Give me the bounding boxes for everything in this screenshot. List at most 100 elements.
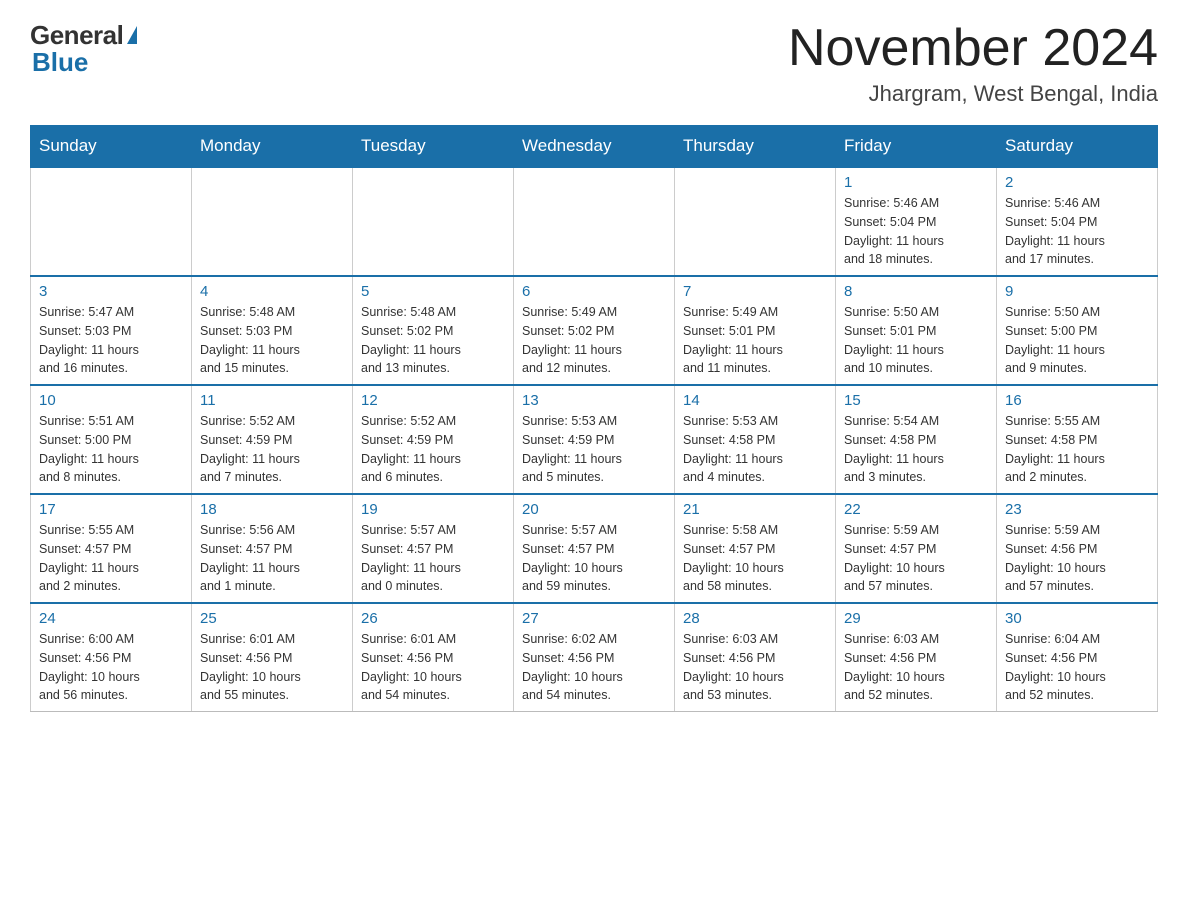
day-number: 22 <box>844 501 988 518</box>
calendar-cell: 5 Sunrise: 5:48 AMSunset: 5:02 PMDaylight… <box>353 276 514 385</box>
day-info: Sunrise: 5:52 AMSunset: 4:59 PMDaylight:… <box>200 412 344 487</box>
calendar-week-row: 17 Sunrise: 5:55 AMSunset: 4:57 PMDayligh… <box>31 494 1158 603</box>
calendar-cell: 22 Sunrise: 5:59 AMSunset: 4:57 PMDayligh… <box>836 494 997 603</box>
day-info: Sunrise: 5:58 AMSunset: 4:57 PMDaylight:… <box>683 521 827 596</box>
day-number: 27 <box>522 610 666 627</box>
day-info: Sunrise: 5:57 AMSunset: 4:57 PMDaylight:… <box>522 521 666 596</box>
day-number: 26 <box>361 610 505 627</box>
calendar-cell: 18Sunrise: 5:56 AMSunset: 4:57 PMDayligh… <box>192 494 353 603</box>
calendar-cell: 1 Sunrise: 5:46 AMSunset: 5:04 PMDaylight… <box>836 167 997 276</box>
calendar-cell: 26 Sunrise: 6:01 AMSunset: 4:56 PMDayligh… <box>353 603 514 712</box>
calendar-cell <box>31 167 192 276</box>
day-info: Sunrise: 5:49 AMSunset: 5:01 PMDaylight:… <box>683 303 827 378</box>
day-info: Sunrise: 5:52 AMSunset: 4:59 PMDaylight:… <box>361 412 505 487</box>
day-number: 29 <box>844 610 988 627</box>
calendar-cell: 20 Sunrise: 5:57 AMSunset: 4:57 PMDayligh… <box>514 494 675 603</box>
calendar-cell <box>514 167 675 276</box>
day-number: 1 <box>844 174 988 191</box>
calendar-table: SundayMondayTuesdayWednesdayThursdayFrid… <box>30 125 1158 712</box>
weekday-header-sunday: Sunday <box>31 126 192 168</box>
day-number: 13 <box>522 392 666 409</box>
day-number: 30 <box>1005 610 1149 627</box>
calendar-cell: 15Sunrise: 5:54 AMSunset: 4:58 PMDayligh… <box>836 385 997 494</box>
day-info: Sunrise: 5:46 AMSunset: 5:04 PMDaylight:… <box>1005 194 1149 269</box>
calendar-cell: 29 Sunrise: 6:03 AMSunset: 4:56 PMDayligh… <box>836 603 997 712</box>
calendar-cell: 13 Sunrise: 5:53 AMSunset: 4:59 PMDayligh… <box>514 385 675 494</box>
day-info: Sunrise: 6:03 AMSunset: 4:56 PMDaylight:… <box>683 630 827 705</box>
day-number: 20 <box>522 501 666 518</box>
calendar-cell: 2 Sunrise: 5:46 AMSunset: 5:04 PMDaylight… <box>997 167 1158 276</box>
day-number: 5 <box>361 283 505 300</box>
weekday-header-tuesday: Tuesday <box>353 126 514 168</box>
day-info: Sunrise: 5:48 AMSunset: 5:02 PMDaylight:… <box>361 303 505 378</box>
day-number: 24 <box>39 610 183 627</box>
weekday-header-friday: Friday <box>836 126 997 168</box>
calendar-cell: 4 Sunrise: 5:48 AMSunset: 5:03 PMDaylight… <box>192 276 353 385</box>
day-number: 28 <box>683 610 827 627</box>
day-number: 4 <box>200 283 344 300</box>
day-info: Sunrise: 5:47 AMSunset: 5:03 PMDaylight:… <box>39 303 183 378</box>
day-number: 8 <box>844 283 988 300</box>
day-number: 18 <box>200 501 344 518</box>
calendar-cell: 27 Sunrise: 6:02 AMSunset: 4:56 PMDayligh… <box>514 603 675 712</box>
page-header: General Blue November 2024 Jhargram, Wes… <box>30 20 1158 107</box>
day-number: 25 <box>200 610 344 627</box>
day-info: Sunrise: 5:50 AMSunset: 5:00 PMDaylight:… <box>1005 303 1149 378</box>
day-info: Sunrise: 5:46 AMSunset: 5:04 PMDaylight:… <box>844 194 988 269</box>
calendar-cell <box>353 167 514 276</box>
title-block: November 2024 Jhargram, West Bengal, Ind… <box>788 20 1158 107</box>
day-number: 23 <box>1005 501 1149 518</box>
day-number: 14 <box>683 392 827 409</box>
calendar-cell: 16Sunrise: 5:55 AMSunset: 4:58 PMDayligh… <box>997 385 1158 494</box>
day-number: 9 <box>1005 283 1149 300</box>
logo-blue-text: Blue <box>32 47 88 78</box>
day-info: Sunrise: 6:02 AMSunset: 4:56 PMDaylight:… <box>522 630 666 705</box>
weekday-header-monday: Monday <box>192 126 353 168</box>
day-number: 2 <box>1005 174 1149 191</box>
day-info: Sunrise: 5:54 AMSunset: 4:58 PMDaylight:… <box>844 412 988 487</box>
weekday-header-saturday: Saturday <box>997 126 1158 168</box>
day-info: Sunrise: 5:53 AMSunset: 4:59 PMDaylight:… <box>522 412 666 487</box>
day-number: 10 <box>39 392 183 409</box>
calendar-cell: 19 Sunrise: 5:57 AMSunset: 4:57 PMDayligh… <box>353 494 514 603</box>
calendar-cell: 6 Sunrise: 5:49 AMSunset: 5:02 PMDaylight… <box>514 276 675 385</box>
calendar-cell: 23Sunrise: 5:59 AMSunset: 4:56 PMDayligh… <box>997 494 1158 603</box>
day-number: 16 <box>1005 392 1149 409</box>
day-number: 11 <box>200 392 344 409</box>
calendar-header-row: SundayMondayTuesdayWednesdayThursdayFrid… <box>31 126 1158 168</box>
day-number: 3 <box>39 283 183 300</box>
day-number: 6 <box>522 283 666 300</box>
day-info: Sunrise: 5:59 AMSunset: 4:57 PMDaylight:… <box>844 521 988 596</box>
day-number: 19 <box>361 501 505 518</box>
month-title: November 2024 <box>788 20 1158 77</box>
day-number: 12 <box>361 392 505 409</box>
day-info: Sunrise: 6:01 AMSunset: 4:56 PMDaylight:… <box>361 630 505 705</box>
day-number: 17 <box>39 501 183 518</box>
day-info: Sunrise: 5:57 AMSunset: 4:57 PMDaylight:… <box>361 521 505 596</box>
calendar-cell: 10 Sunrise: 5:51 AMSunset: 5:00 PMDayligh… <box>31 385 192 494</box>
day-info: Sunrise: 5:49 AMSunset: 5:02 PMDaylight:… <box>522 303 666 378</box>
calendar-cell: 11 Sunrise: 5:52 AMSunset: 4:59 PMDayligh… <box>192 385 353 494</box>
day-info: Sunrise: 6:01 AMSunset: 4:56 PMDaylight:… <box>200 630 344 705</box>
day-info: Sunrise: 6:03 AMSunset: 4:56 PMDaylight:… <box>844 630 988 705</box>
calendar-cell: 8 Sunrise: 5:50 AMSunset: 5:01 PMDaylight… <box>836 276 997 385</box>
day-info: Sunrise: 5:51 AMSunset: 5:00 PMDaylight:… <box>39 412 183 487</box>
calendar-cell: 7Sunrise: 5:49 AMSunset: 5:01 PMDaylight… <box>675 276 836 385</box>
calendar-cell: 28 Sunrise: 6:03 AMSunset: 4:56 PMDayligh… <box>675 603 836 712</box>
calendar-cell: 14 Sunrise: 5:53 AMSunset: 4:58 PMDayligh… <box>675 385 836 494</box>
weekday-header-thursday: Thursday <box>675 126 836 168</box>
day-info: Sunrise: 5:48 AMSunset: 5:03 PMDaylight:… <box>200 303 344 378</box>
calendar-cell: 24Sunrise: 6:00 AMSunset: 4:56 PMDayligh… <box>31 603 192 712</box>
calendar-cell <box>675 167 836 276</box>
day-info: Sunrise: 5:53 AMSunset: 4:58 PMDaylight:… <box>683 412 827 487</box>
calendar-cell: 12 Sunrise: 5:52 AMSunset: 4:59 PMDayligh… <box>353 385 514 494</box>
logo: General Blue <box>30 20 137 78</box>
logo-triangle-icon <box>127 26 137 44</box>
location-title: Jhargram, West Bengal, India <box>788 81 1158 107</box>
calendar-week-row: 24Sunrise: 6:00 AMSunset: 4:56 PMDayligh… <box>31 603 1158 712</box>
calendar-week-row: 10 Sunrise: 5:51 AMSunset: 5:00 PMDayligh… <box>31 385 1158 494</box>
day-info: Sunrise: 5:50 AMSunset: 5:01 PMDaylight:… <box>844 303 988 378</box>
day-info: Sunrise: 5:55 AMSunset: 4:57 PMDaylight:… <box>39 521 183 596</box>
calendar-cell: 3 Sunrise: 5:47 AMSunset: 5:03 PMDaylight… <box>31 276 192 385</box>
calendar-cell: 9 Sunrise: 5:50 AMSunset: 5:00 PMDaylight… <box>997 276 1158 385</box>
